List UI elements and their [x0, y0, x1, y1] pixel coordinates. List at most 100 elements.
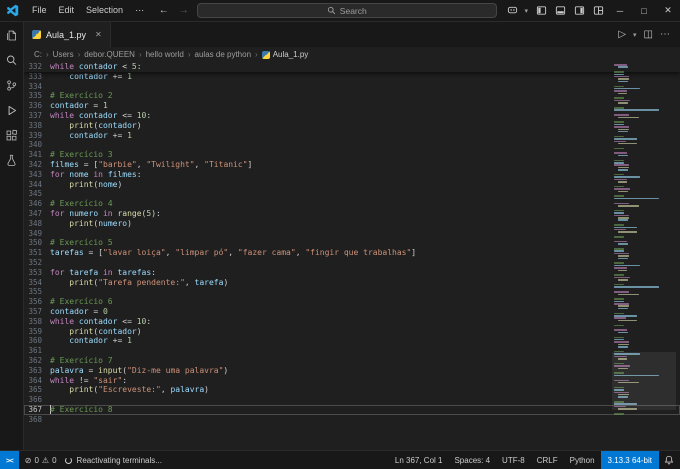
line-number[interactable]: 335 [24, 91, 50, 101]
line-number[interactable]: 351 [24, 248, 50, 258]
close-button[interactable]: ✕ [656, 0, 680, 21]
code-line-350[interactable]: 350 # Exercício 5 [24, 238, 680, 248]
code-line-353[interactable]: 353 for tarefa in tarefas: [24, 268, 680, 278]
code-line-363[interactable]: 363 palavra = input("Diz-me uma palavra") [24, 366, 680, 376]
line-number[interactable]: 361 [24, 346, 50, 356]
code-line-337[interactable]: 337 while contador <= 10: [24, 111, 680, 121]
code-line-339[interactable]: 339 contador += 1 [24, 131, 680, 141]
line-number[interactable]: 362 [24, 356, 50, 366]
code-line-360[interactable]: 360 contador += 1 [24, 336, 680, 346]
status-item-python[interactable]: Python [564, 456, 601, 465]
code-line-345[interactable]: 345 [24, 189, 680, 199]
run-dropdown-icon[interactable]: ▾ [633, 31, 637, 39]
toggle-panel-icon[interactable] [551, 5, 570, 16]
line-number[interactable]: 332 [24, 62, 50, 72]
nav-forward-icon[interactable]: → [177, 5, 191, 16]
code-line-362[interactable]: 362 # Exercício 7 [24, 356, 680, 366]
code-line-364[interactable]: 364 while != "sair": [24, 376, 680, 386]
line-number[interactable]: 341 [24, 150, 50, 160]
line-number[interactable]: 345 [24, 189, 50, 199]
line-number[interactable]: 356 [24, 297, 50, 307]
status-item-spaces-4[interactable]: Spaces: 4 [448, 456, 496, 465]
line-number[interactable]: 360 [24, 336, 50, 346]
line-number[interactable]: 346 [24, 199, 50, 209]
breadcrumb-item[interactable]: Aula_1.py [262, 50, 309, 59]
line-number[interactable]: 349 [24, 229, 50, 239]
status-item-utf-8[interactable]: UTF-8 [496, 456, 531, 465]
nav-back-icon[interactable]: ← [157, 5, 171, 16]
code-line-366[interactable]: 366 [24, 395, 680, 405]
code-line-359[interactable]: 359 print(contador) [24, 327, 680, 337]
problems-indicator[interactable]: ⊘ 0 ⚠ 0 [19, 456, 63, 465]
line-number[interactable]: 342 [24, 160, 50, 170]
code-line-332[interactable]: 332 while contador < 5: [24, 62, 680, 72]
line-number[interactable]: 348 [24, 219, 50, 229]
close-tab-icon[interactable]: ✕ [95, 30, 102, 39]
status-item-ln-367-col-1[interactable]: Ln 367, Col 1 [389, 456, 449, 465]
code-line-343[interactable]: 343 for nome in filmes: [24, 170, 680, 180]
code-line-341[interactable]: 341 # Exercício 3 [24, 150, 680, 160]
code-editor[interactable]: 332 while contador < 5: 333 contador += 13… [24, 62, 680, 450]
notifications-bell-icon[interactable] [659, 455, 680, 465]
menu-item-[interactable]: ⋯ [129, 5, 150, 16]
code-line-355[interactable]: 355 [24, 287, 680, 297]
code-line-340[interactable]: 340 [24, 140, 680, 150]
split-editor-icon[interactable]: ◫ [644, 29, 653, 40]
source-control-icon[interactable] [5, 78, 19, 92]
explorer-icon[interactable] [5, 28, 19, 42]
menu-item-selection[interactable]: Selection [80, 5, 129, 16]
breadcrumb-item[interactable]: Users [53, 50, 74, 59]
code-line-356[interactable]: 356 # Exercício 6 [24, 297, 680, 307]
code-line-358[interactable]: 358 while contador <= 10: [24, 317, 680, 327]
python-interpreter-badge[interactable]: 3.13.3 64-bit [600, 451, 659, 469]
line-number[interactable]: 357 [24, 307, 50, 317]
menu-item-file[interactable]: File [26, 5, 53, 16]
line-number[interactable]: 340 [24, 140, 50, 150]
search-icon[interactable] [5, 53, 19, 67]
code-line-335[interactable]: 335 # Exercício 2 [24, 91, 680, 101]
breadcrumb-item[interactable]: debor.QUEEN [84, 50, 135, 59]
line-number[interactable]: 364 [24, 376, 50, 386]
chevron-down-icon[interactable]: ▾ [520, 7, 532, 15]
code-line-334[interactable]: 334 [24, 82, 680, 92]
menu-item-edit[interactable]: Edit [53, 5, 81, 16]
code-line-368[interactable]: 368 [24, 415, 680, 425]
breadcrumb-item[interactable]: hello world [146, 50, 184, 59]
minimize-button[interactable]: ─ [608, 0, 632, 21]
toggle-secondary-sidebar-icon[interactable] [570, 5, 589, 16]
breadcrumb-item[interactable]: aulas de python [195, 50, 252, 59]
code-line-352[interactable]: 352 [24, 258, 680, 268]
code-line-357[interactable]: 357 contador = 0 [24, 307, 680, 317]
line-number[interactable]: 350 [24, 238, 50, 248]
line-number[interactable]: 337 [24, 111, 50, 121]
line-number[interactable]: 333 [24, 72, 50, 82]
code-line-361[interactable]: 361 [24, 346, 680, 356]
line-number[interactable]: 365 [24, 385, 50, 395]
code-line-351[interactable]: 351 tarefas = ["lavar loiça", "limpar pó"… [24, 248, 680, 258]
code-line-333[interactable]: 333 contador += 1 [24, 72, 680, 82]
search-box[interactable]: Search [196, 3, 497, 18]
line-number[interactable]: 353 [24, 268, 50, 278]
remote-indicator[interactable]: >< [0, 451, 19, 469]
status-item-crlf[interactable]: CRLF [531, 456, 564, 465]
code-line-365[interactable]: 365 print("Escreveste:", palavra) [24, 385, 680, 395]
code-line-349[interactable]: 349 [24, 229, 680, 239]
breadcrumb-item[interactable]: C: [34, 50, 42, 59]
line-number[interactable]: 354 [24, 278, 50, 288]
more-actions-icon[interactable]: ⋯ [660, 29, 670, 40]
line-number[interactable]: 338 [24, 121, 50, 131]
line-number[interactable]: 347 [24, 209, 50, 219]
line-number[interactable]: 343 [24, 170, 50, 180]
line-number[interactable]: 344 [24, 180, 50, 190]
run-debug-icon[interactable] [5, 103, 19, 117]
minimap-slider[interactable] [612, 352, 676, 410]
code-line-348[interactable]: 348 print(numero) [24, 219, 680, 229]
line-number[interactable]: 352 [24, 258, 50, 268]
line-number[interactable]: 358 [24, 317, 50, 327]
tab-aula-1-py[interactable]: Aula_1.py ✕ [24, 22, 111, 47]
code-line-342[interactable]: 342 filmes = ["barbie", "Twilight", "Tita… [24, 160, 680, 170]
testing-icon[interactable] [5, 153, 19, 167]
code-line-336[interactable]: 336 contador = 1 [24, 101, 680, 111]
code-line-347[interactable]: 347 for numero in range(5): [24, 209, 680, 219]
code-line-346[interactable]: 346 # Exercício 4 [24, 199, 680, 209]
